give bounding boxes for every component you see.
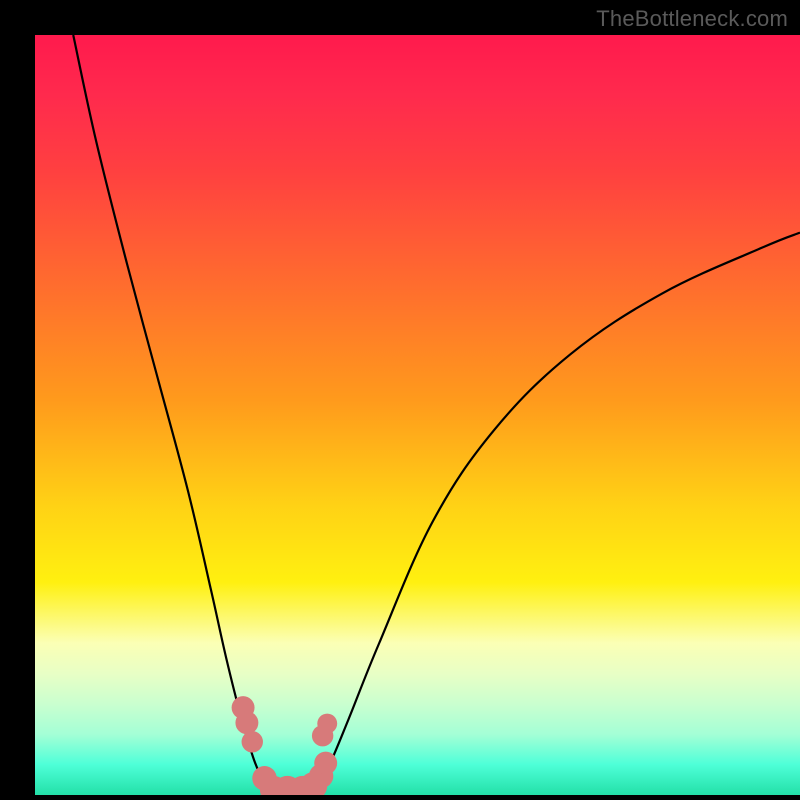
chart-plot-area — [35, 35, 800, 795]
curve-right — [310, 233, 800, 792]
chart-svg — [35, 35, 800, 795]
marker-dot — [317, 714, 337, 734]
curve-left — [73, 35, 272, 791]
marker-dot — [314, 752, 337, 775]
chart-frame: TheBottleneck.com — [0, 0, 800, 800]
marker-group — [232, 696, 338, 795]
marker-dot — [242, 731, 263, 752]
attribution-text: TheBottleneck.com — [596, 6, 788, 32]
marker-dot — [235, 711, 258, 734]
